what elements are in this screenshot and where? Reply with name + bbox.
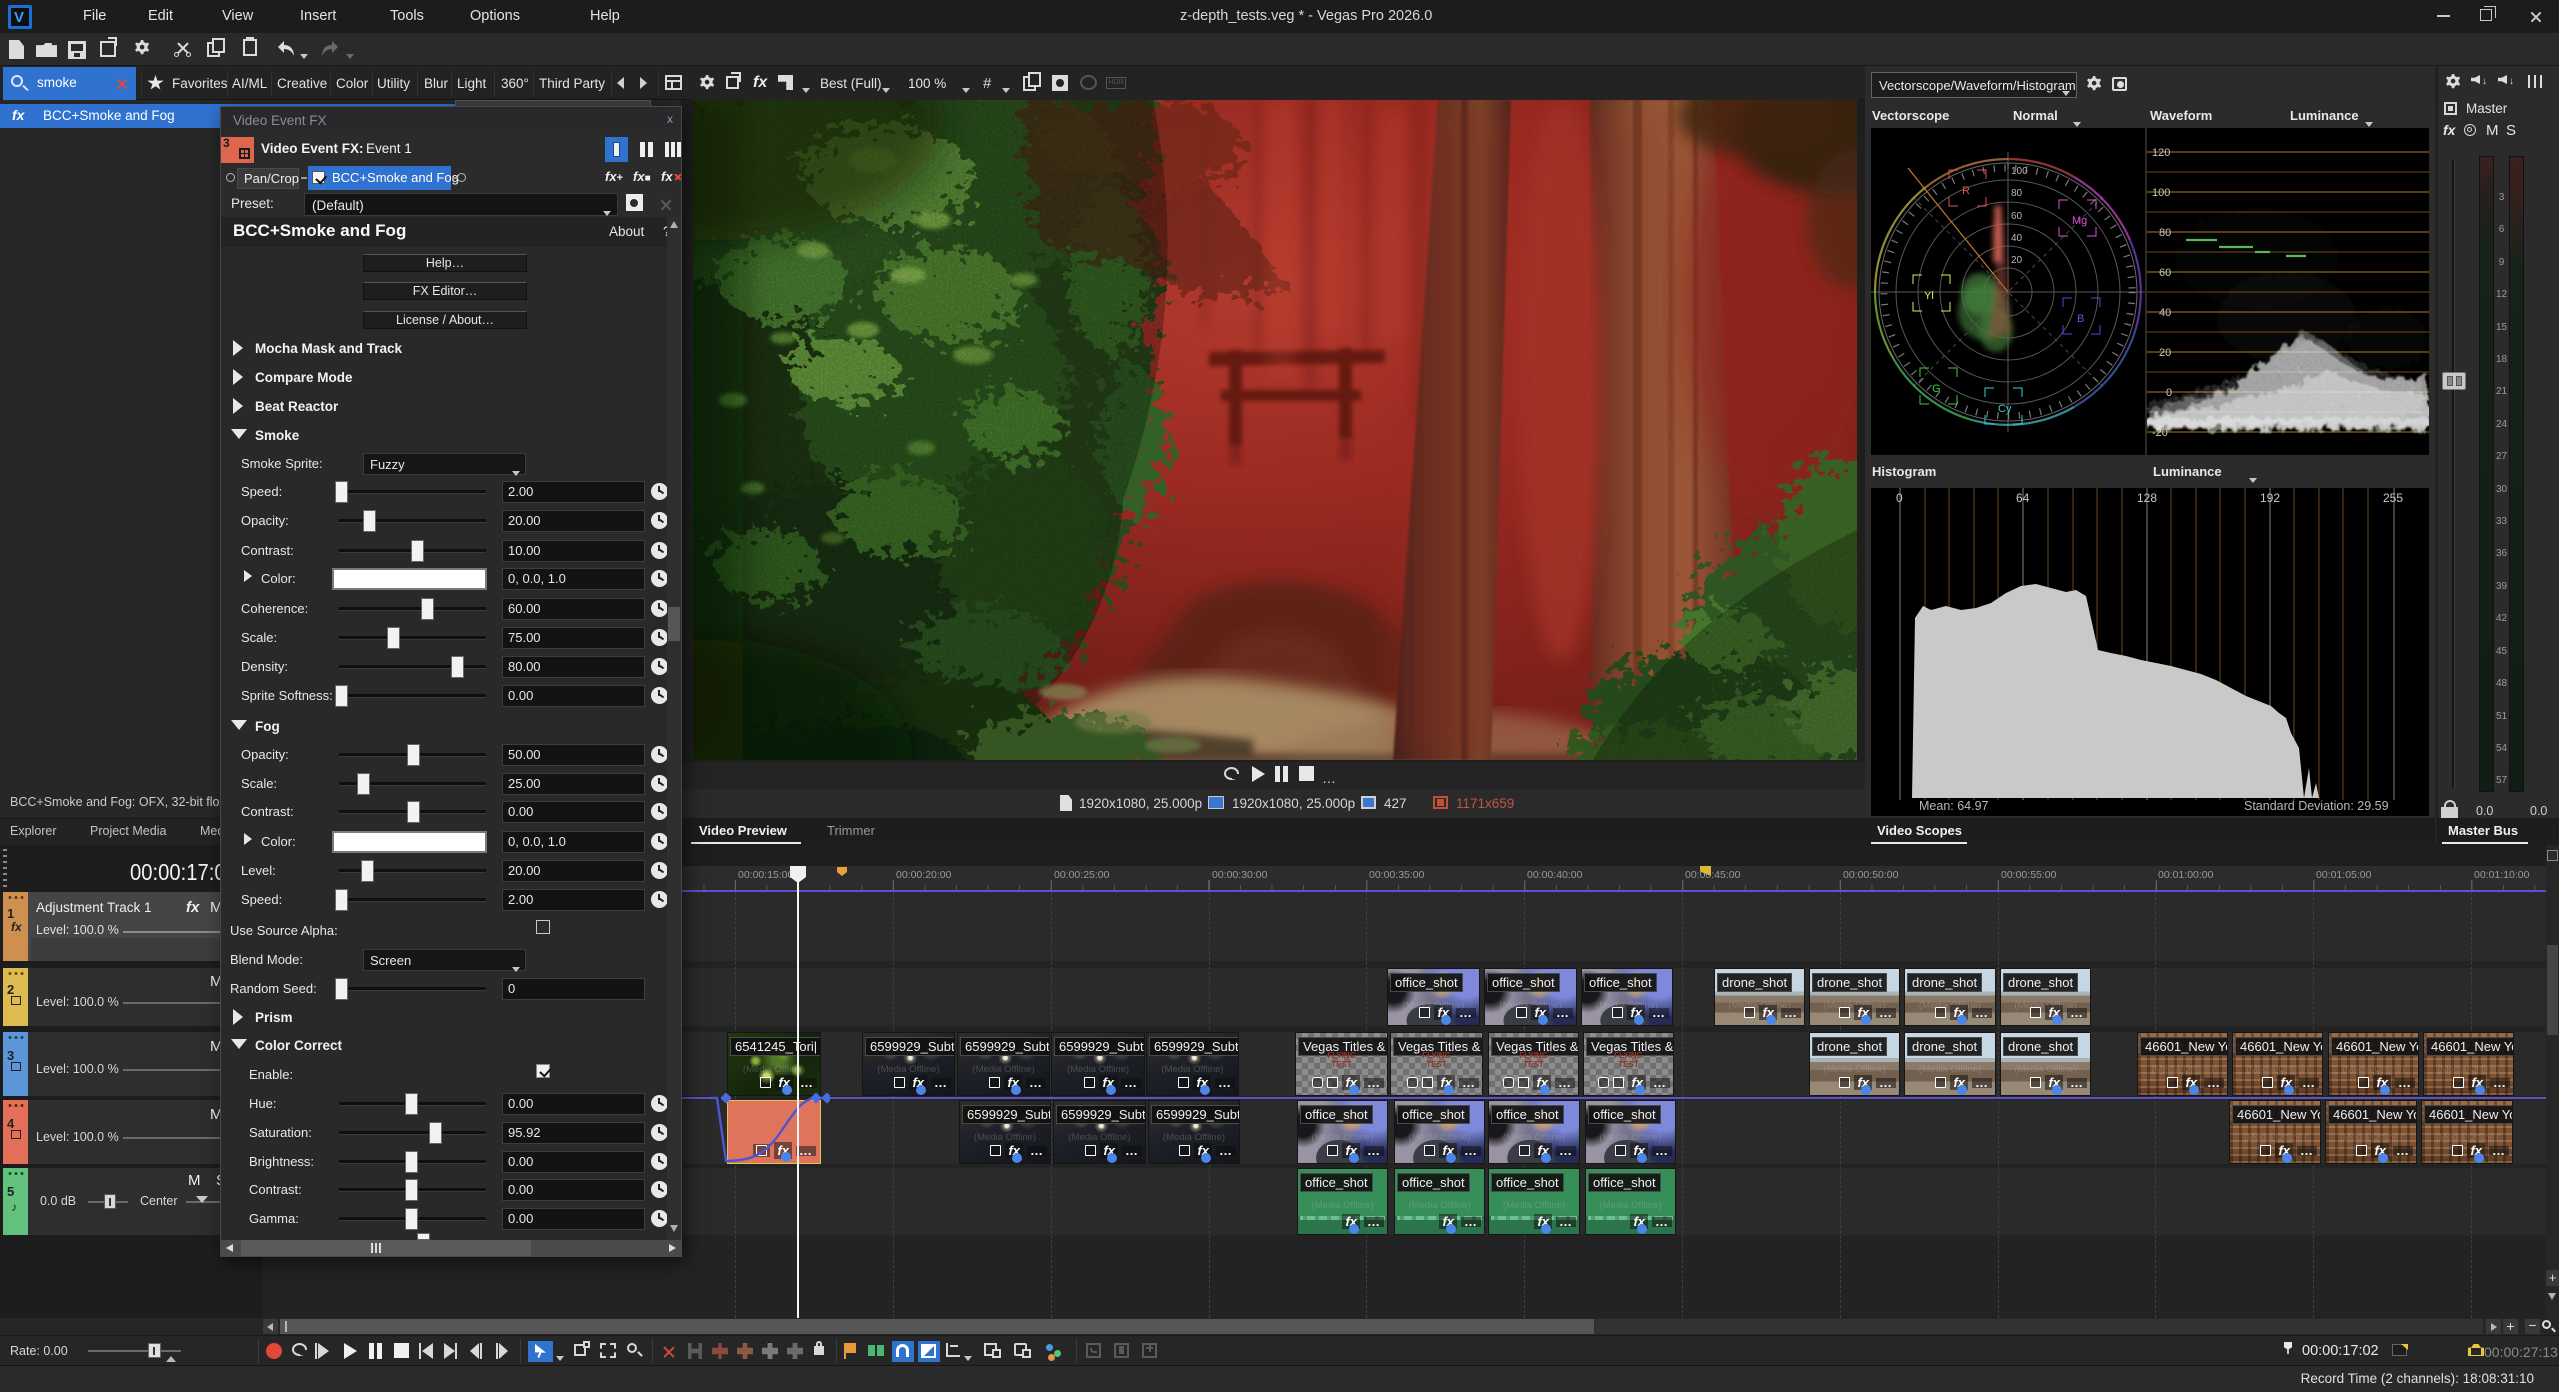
svg-text:80: 80	[2011, 188, 2023, 199]
svg-text:0: 0	[1896, 491, 1903, 505]
svg-text:60: 60	[2159, 267, 2171, 279]
svg-text:100: 100	[2152, 187, 2170, 199]
svg-text:Standard Deviation: 29.59: Standard Deviation: 29.59	[2244, 799, 2389, 813]
svg-text:64: 64	[2016, 491, 2030, 505]
svg-text:R: R	[1962, 185, 1970, 197]
svg-text:20: 20	[2159, 347, 2171, 359]
svg-text:Cy: Cy	[1998, 403, 2012, 415]
svg-text:120: 120	[2152, 147, 2170, 159]
svg-text:40: 40	[2159, 307, 2171, 319]
svg-text:G: G	[1932, 383, 1941, 395]
svg-text:80: 80	[2159, 227, 2171, 239]
svg-text:0: 0	[2166, 387, 2172, 399]
svg-text:60: 60	[2011, 211, 2023, 222]
svg-text:Mg: Mg	[2072, 215, 2087, 227]
svg-text:192: 192	[2260, 491, 2280, 505]
svg-text:Mean: 64.97: Mean: 64.97	[1919, 799, 1989, 813]
svg-text:Yl: Yl	[1924, 290, 1934, 302]
svg-text:40: 40	[2011, 233, 2023, 244]
svg-text:20: 20	[2011, 255, 2023, 266]
svg-text:B: B	[2077, 313, 2084, 325]
svg-text:255: 255	[2383, 491, 2403, 505]
svg-text:128: 128	[2137, 491, 2157, 505]
